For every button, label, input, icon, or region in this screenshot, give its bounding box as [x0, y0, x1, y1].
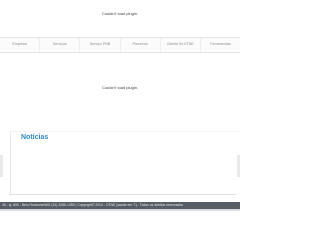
news-title: Notícias — [21, 134, 49, 141]
carousel-prev-handle[interactable] — [0, 155, 3, 177]
news-divider — [10, 194, 236, 195]
page: Couldn't load plugin. Empresa Serviços S… — [0, 0, 240, 240]
plugin-error-top: Couldn't load plugin. — [101, 11, 139, 16]
nav-item-cliente[interactable]: Cliente IN OTNE — [161, 38, 201, 52]
nav-item-servico-pnb[interactable]: Serviço PNB — [80, 38, 121, 52]
news-panel: Notícias — [10, 131, 239, 196]
plugin-error-middle: Couldn't load plugin. — [101, 85, 139, 90]
main-nav: Empresa Serviços Serviço PNB Parceiros C… — [0, 37, 240, 53]
nav-item-ferramentas[interactable]: Ferramentas — [201, 38, 240, 52]
nav-item-empresa[interactable]: Empresa — [0, 38, 41, 52]
footer: 45 - sj. 605 - Belo Horizonte/MG (31) 32… — [0, 202, 240, 209]
carousel-next-handle[interactable] — [237, 155, 240, 177]
nav-item-parceiros[interactable]: Parceiros — [121, 38, 161, 52]
footer-text: 45 - sj. 605 - Belo Horizonte/MG (31) 32… — [2, 203, 183, 207]
footer-divider — [0, 209, 240, 211]
nav-item-servicos[interactable]: Serviços — [40, 38, 81, 52]
